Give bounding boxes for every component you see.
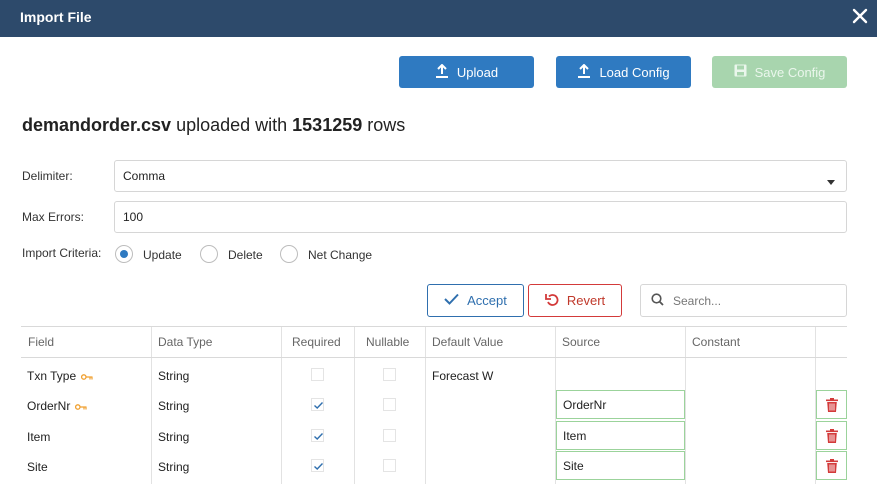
key-icon <box>75 399 87 413</box>
field-cell: Site <box>27 454 48 480</box>
column-header-field[interactable]: Field <box>21 327 151 357</box>
trash-icon <box>825 458 838 473</box>
data-type-cell: String <box>158 399 190 413</box>
trash-icon <box>825 397 838 412</box>
delete-row-button[interactable] <box>816 421 847 450</box>
fields-table: Field Data Type Required Nullable Defaul… <box>21 326 847 484</box>
radio-update-label: Update <box>143 248 182 262</box>
column-header-default-value[interactable]: Default Value <box>425 327 555 357</box>
check-icon <box>314 433 324 440</box>
source-input[interactable]: Site <box>556 451 685 480</box>
required-checkbox[interactable] <box>311 398 324 411</box>
data-type-cell: String <box>158 369 190 383</box>
required-checkbox[interactable] <box>311 429 324 442</box>
radio-delete-label: Delete <box>228 248 263 262</box>
row-count: 1531259 <box>292 115 363 135</box>
search-input[interactable] <box>671 291 845 311</box>
revert-label: Revert <box>566 293 606 308</box>
max-errors-value: 100 <box>123 210 144 224</box>
file-name: demandorder.csv <box>22 115 172 135</box>
source-input[interactable]: Item <box>556 421 685 450</box>
dialog-titlebar: Import File <box>0 0 877 37</box>
load-config-label: Load Config <box>599 64 670 80</box>
upload-icon <box>435 63 449 81</box>
max-errors-label: Max Errors: <box>22 210 85 224</box>
nullable-checkbox[interactable] <box>383 459 396 472</box>
save-icon <box>734 64 747 80</box>
save-config-button[interactable]: Save Config <box>712 56 847 88</box>
summary-suffix: rows <box>362 115 406 135</box>
trash-icon <box>825 428 838 443</box>
search-icon <box>651 293 664 311</box>
undo-icon <box>544 293 559 309</box>
key-icon <box>81 369 93 383</box>
column-divider <box>281 327 282 484</box>
delimiter-label: Delimiter: <box>22 169 73 183</box>
import-criteria-label: Import Criteria: <box>22 246 102 260</box>
nullable-checkbox[interactable] <box>383 429 396 442</box>
column-header-required[interactable]: Required <box>285 327 355 357</box>
check-icon <box>314 402 324 409</box>
radio-net-change-label: Net Change <box>308 248 373 262</box>
data-type-cell: String <box>158 460 190 474</box>
field-name: Txn Type <box>27 369 77 383</box>
source-input[interactable]: OrderNr <box>556 390 685 419</box>
dialog-title: Import File <box>20 9 92 25</box>
upload-icon <box>577 63 591 81</box>
delimiter-select[interactable]: Comma <box>114 160 847 192</box>
field-name: Item <box>27 430 51 444</box>
nullable-checkbox[interactable] <box>383 398 396 411</box>
field-cell: Txn Type <box>27 363 93 389</box>
radio-update[interactable] <box>115 245 133 263</box>
delete-row-button[interactable] <box>816 451 847 480</box>
upload-summary: demandorder.csv uploaded with 1531259 ro… <box>22 115 405 136</box>
radio-net-change[interactable] <box>280 245 298 263</box>
column-header-nullable[interactable]: Nullable <box>359 327 429 357</box>
revert-button[interactable]: Revert <box>528 284 622 317</box>
column-header-data-type[interactable]: Data Type <box>151 327 281 357</box>
nullable-checkbox[interactable] <box>383 368 396 381</box>
field-name: OrderNr <box>27 399 71 413</box>
required-checkbox[interactable] <box>311 368 324 381</box>
check-icon <box>444 293 459 308</box>
search-box[interactable] <box>640 284 847 317</box>
check-icon <box>314 463 324 470</box>
upload-button[interactable]: Upload <box>399 56 534 88</box>
field-name: Site <box>27 460 48 474</box>
accept-label: Accept <box>467 293 507 308</box>
header-divider <box>21 357 847 358</box>
caret-down-icon <box>827 174 835 188</box>
field-cell: OrderNr <box>27 393 87 419</box>
delete-row-button[interactable] <box>816 390 847 419</box>
required-checkbox[interactable] <box>311 459 324 472</box>
max-errors-input[interactable]: 100 <box>114 201 847 233</box>
summary-mid: uploaded with <box>171 115 293 135</box>
delimiter-value: Comma <box>123 169 166 183</box>
upload-label: Upload <box>456 64 499 80</box>
close-icon[interactable] <box>851 6 869 26</box>
accept-button[interactable]: Accept <box>427 284 524 317</box>
column-header-source[interactable]: Source <box>555 327 685 357</box>
field-cell: Item <box>27 424 50 450</box>
column-header-constant[interactable]: Constant <box>685 327 815 357</box>
load-config-button[interactable]: Load Config <box>556 56 691 88</box>
save-config-label: Save Config <box>754 64 826 80</box>
radio-delete[interactable] <box>200 245 218 263</box>
default-value-cell[interactable]: Forecast W <box>432 363 493 389</box>
data-type-cell: String <box>158 430 190 444</box>
